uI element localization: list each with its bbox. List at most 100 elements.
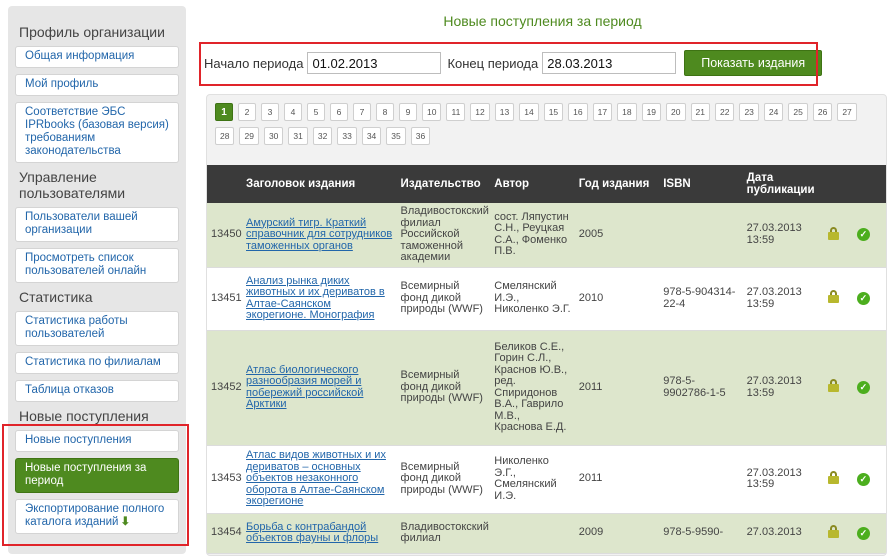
check-icon: ✓ <box>856 381 870 394</box>
row-title-cell: Амурский тигр. Краткий справочник для со… <box>242 203 397 268</box>
page-button[interactable]: 20 <box>666 103 686 121</box>
page-button[interactable]: 9 <box>399 103 417 121</box>
page-button[interactable]: 27 <box>837 103 857 121</box>
page-button[interactable]: 22 <box>714 103 735 121</box>
edition-title-link[interactable]: Атлас биологического разнообразия морей … <box>246 364 363 411</box>
row-status-cell: ✓ <box>852 330 886 446</box>
page-button[interactable]: 17 <box>592 103 613 121</box>
check-icon: ✓ <box>856 228 870 242</box>
page-button[interactable]: 3 <box>261 103 279 121</box>
sidebar-item-refusals[interactable]: Таблица отказов <box>15 380 179 402</box>
check-icon: ✓ <box>856 292 870 305</box>
page-button[interactable]: 35 <box>386 127 406 145</box>
page-button[interactable]: 8 <box>376 103 394 121</box>
page-title: Новые поступления за период <box>443 13 642 29</box>
check-icon: ✓ <box>856 526 870 540</box>
table-header-row: Заголовок издания Издательство Автор Год… <box>207 165 886 203</box>
page-button[interactable]: 13 <box>494 103 515 121</box>
row-date: 27.03.2013 <box>742 513 825 554</box>
page-button[interactable]: 16 <box>568 103 588 121</box>
table-row: 13451 Анализ рынка диких животных и их де… <box>207 267 886 331</box>
page-button[interactable]: 19 <box>641 103 662 121</box>
period-highlight-box <box>199 42 818 86</box>
page-button[interactable]: 28 <box>215 127 235 145</box>
page-button[interactable]: 6 <box>330 103 348 121</box>
row-date: 27.03.2013 13:59 <box>742 445 825 514</box>
sidebar-item-general-info[interactable]: Общая информация <box>15 46 179 68</box>
col-isbn-header[interactable]: ISBN <box>659 165 743 203</box>
page-button[interactable]: 24 <box>763 103 784 121</box>
sidebar-section-title: Новые поступления <box>19 408 149 424</box>
page-button[interactable]: 11 <box>446 103 466 121</box>
row-date: 27.03.2013 13:59 <box>742 203 825 268</box>
sidebar-item-ebs-compliance[interactable]: Соответствие ЭБС IPRbooks (базовая верси… <box>15 102 179 163</box>
edition-title-link[interactable]: Анализ рынка диких животных и их дериват… <box>246 275 385 322</box>
row-publisher: Владивостокский филиал Российской таможе… <box>396 203 491 268</box>
row-id: 13453 <box>207 445 243 514</box>
sidebar-item-org-users[interactable]: Пользователи вашей организации <box>15 207 179 242</box>
page-button[interactable]: 5 <box>307 103 325 121</box>
row-title-cell: Анализ рынка диких животных и их дериват… <box>242 267 397 331</box>
row-isbn: 978-5-904314-22-4 <box>659 267 743 331</box>
check-icon: ✓ <box>856 472 870 486</box>
row-author: Смелянский И.Э., Николенко Э.Г. <box>490 267 575 331</box>
page-button[interactable]: 34 <box>361 127 382 145</box>
col-id-header <box>207 165 243 203</box>
page-button[interactable]: 15 <box>543 103 564 121</box>
page-button[interactable]: 10 <box>422 103 442 121</box>
row-author: сост. Ляпустин С.Н., Реуцкая С.А., Фомен… <box>490 203 575 268</box>
page-button[interactable]: 31 <box>288 127 308 145</box>
sidebar-item-branch-stats[interactable]: Статистика по филиалам <box>15 352 179 374</box>
page-button[interactable]: 1 <box>215 103 233 121</box>
row-publisher: Всемирный фонд дикой природы (WWF) <box>396 330 491 446</box>
edition-title-link[interactable]: Амурский тигр. Краткий справочник для со… <box>246 217 392 252</box>
table-row: 13450 Амурский тигр. Краткий справочник д… <box>207 203 886 268</box>
row-author: Беликов С.Е., Горин С.Л., Краснов Ю.В., … <box>490 330 575 446</box>
page-button[interactable]: 29 <box>239 127 259 145</box>
row-title-cell: Борьба с контрабандой объектов фауны и ф… <box>242 513 397 554</box>
lock-icon <box>828 290 840 304</box>
page-button[interactable]: 36 <box>410 127 431 145</box>
page-button[interactable]: 7 <box>353 103 371 121</box>
page-button[interactable]: 4 <box>284 103 302 121</box>
sidebar-item-my-profile[interactable]: Мой профиль <box>15 74 179 96</box>
page-button[interactable]: 2 <box>238 103 256 121</box>
col-author-header[interactable]: Автор <box>490 165 575 203</box>
pagination: 1 2 3 4 5 6 7 8 9 10 11 12 13 14 15 16 17 18 19 20 21 22 23 24 2… <box>207 95 886 149</box>
row-title-cell: Атлас биологического разнообразия морей … <box>242 330 397 446</box>
sidebar-item-user-stats[interactable]: Статистика работы пользователей <box>15 311 179 346</box>
edition-title-link[interactable]: Борьба с контрабандой объектов фауны и ф… <box>246 521 378 545</box>
lock-icon <box>828 524 840 538</box>
row-id: 13450 <box>207 203 243 268</box>
col-date-header[interactable]: Дата публикации <box>742 165 825 203</box>
page-button[interactable]: 30 <box>263 127 284 145</box>
page-button[interactable]: 12 <box>470 103 490 121</box>
lock-icon <box>828 226 840 240</box>
col-year-header[interactable]: Год издания <box>574 165 660 203</box>
table-row: 13454 Борьба с контрабандой объектов фаун… <box>207 513 886 554</box>
row-publisher: Всемирный фонд дикой природы (WWF) <box>396 267 491 331</box>
row-access-cell <box>824 267 853 331</box>
row-status-cell: ✓ <box>852 267 886 331</box>
col-title-header[interactable]: Заголовок издания <box>242 165 397 203</box>
row-publisher: Всемирный фонд дикой природы (WWF) <box>396 445 491 514</box>
edition-title-link[interactable]: Атлас видов животных и их дериватов – ос… <box>246 449 386 508</box>
main-content: Новые поступления за период Начало перио… <box>196 6 889 556</box>
page-button[interactable]: 26 <box>812 103 833 121</box>
page-button[interactable]: 21 <box>690 103 710 121</box>
row-year: 2005 <box>574 203 660 268</box>
row-id: 13454 <box>207 513 243 554</box>
page-button[interactable]: 25 <box>788 103 808 121</box>
row-status-cell: ✓ <box>852 445 886 514</box>
sidebar-item-online-users[interactable]: Просмотреть список пользователей онлайн <box>15 248 179 283</box>
page-button[interactable]: 23 <box>739 103 759 121</box>
page-button[interactable]: 32 <box>312 127 333 145</box>
col-publisher-header[interactable]: Издательство <box>396 165 491 203</box>
page-button[interactable]: 14 <box>519 103 539 121</box>
col-status-header <box>852 165 886 203</box>
page-button[interactable]: 33 <box>337 127 357 145</box>
row-author: Николенко Э.Г., Смелянский И.Э. <box>490 445 575 514</box>
row-author <box>490 513 575 554</box>
page-button[interactable]: 18 <box>617 103 637 121</box>
row-date: 27.03.2013 13:59 <box>742 330 825 446</box>
